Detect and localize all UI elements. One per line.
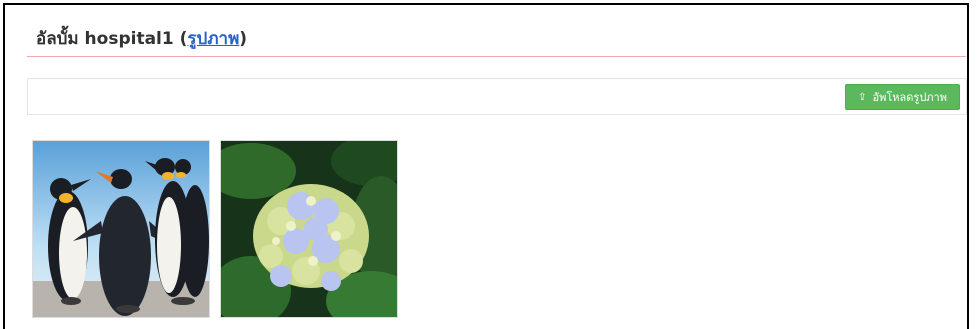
photo-thumbnail-hydrangea[interactable] [220, 140, 398, 318]
album-title-text: อัลบั้ม hospital1 ( [36, 29, 188, 49]
upload-photo-button[interactable]: ⇪ อัพโหลดรูปภาพ [845, 84, 960, 110]
upload-icon: ⇪ [858, 91, 867, 103]
album-title-suffix: ) [239, 29, 248, 49]
photo-thumbnail-penguins[interactable] [32, 140, 210, 318]
upload-button-label: อัพโหลดรูปภาพ [872, 91, 947, 104]
toolbar: ⇪ อัพโหลดรูปภาพ [27, 78, 967, 115]
heading-divider [27, 56, 966, 57]
page-title: อัลบั้ม hospital1 (รูปภาพ) [36, 25, 247, 52]
photos-link[interactable]: รูปภาพ [187, 29, 239, 49]
